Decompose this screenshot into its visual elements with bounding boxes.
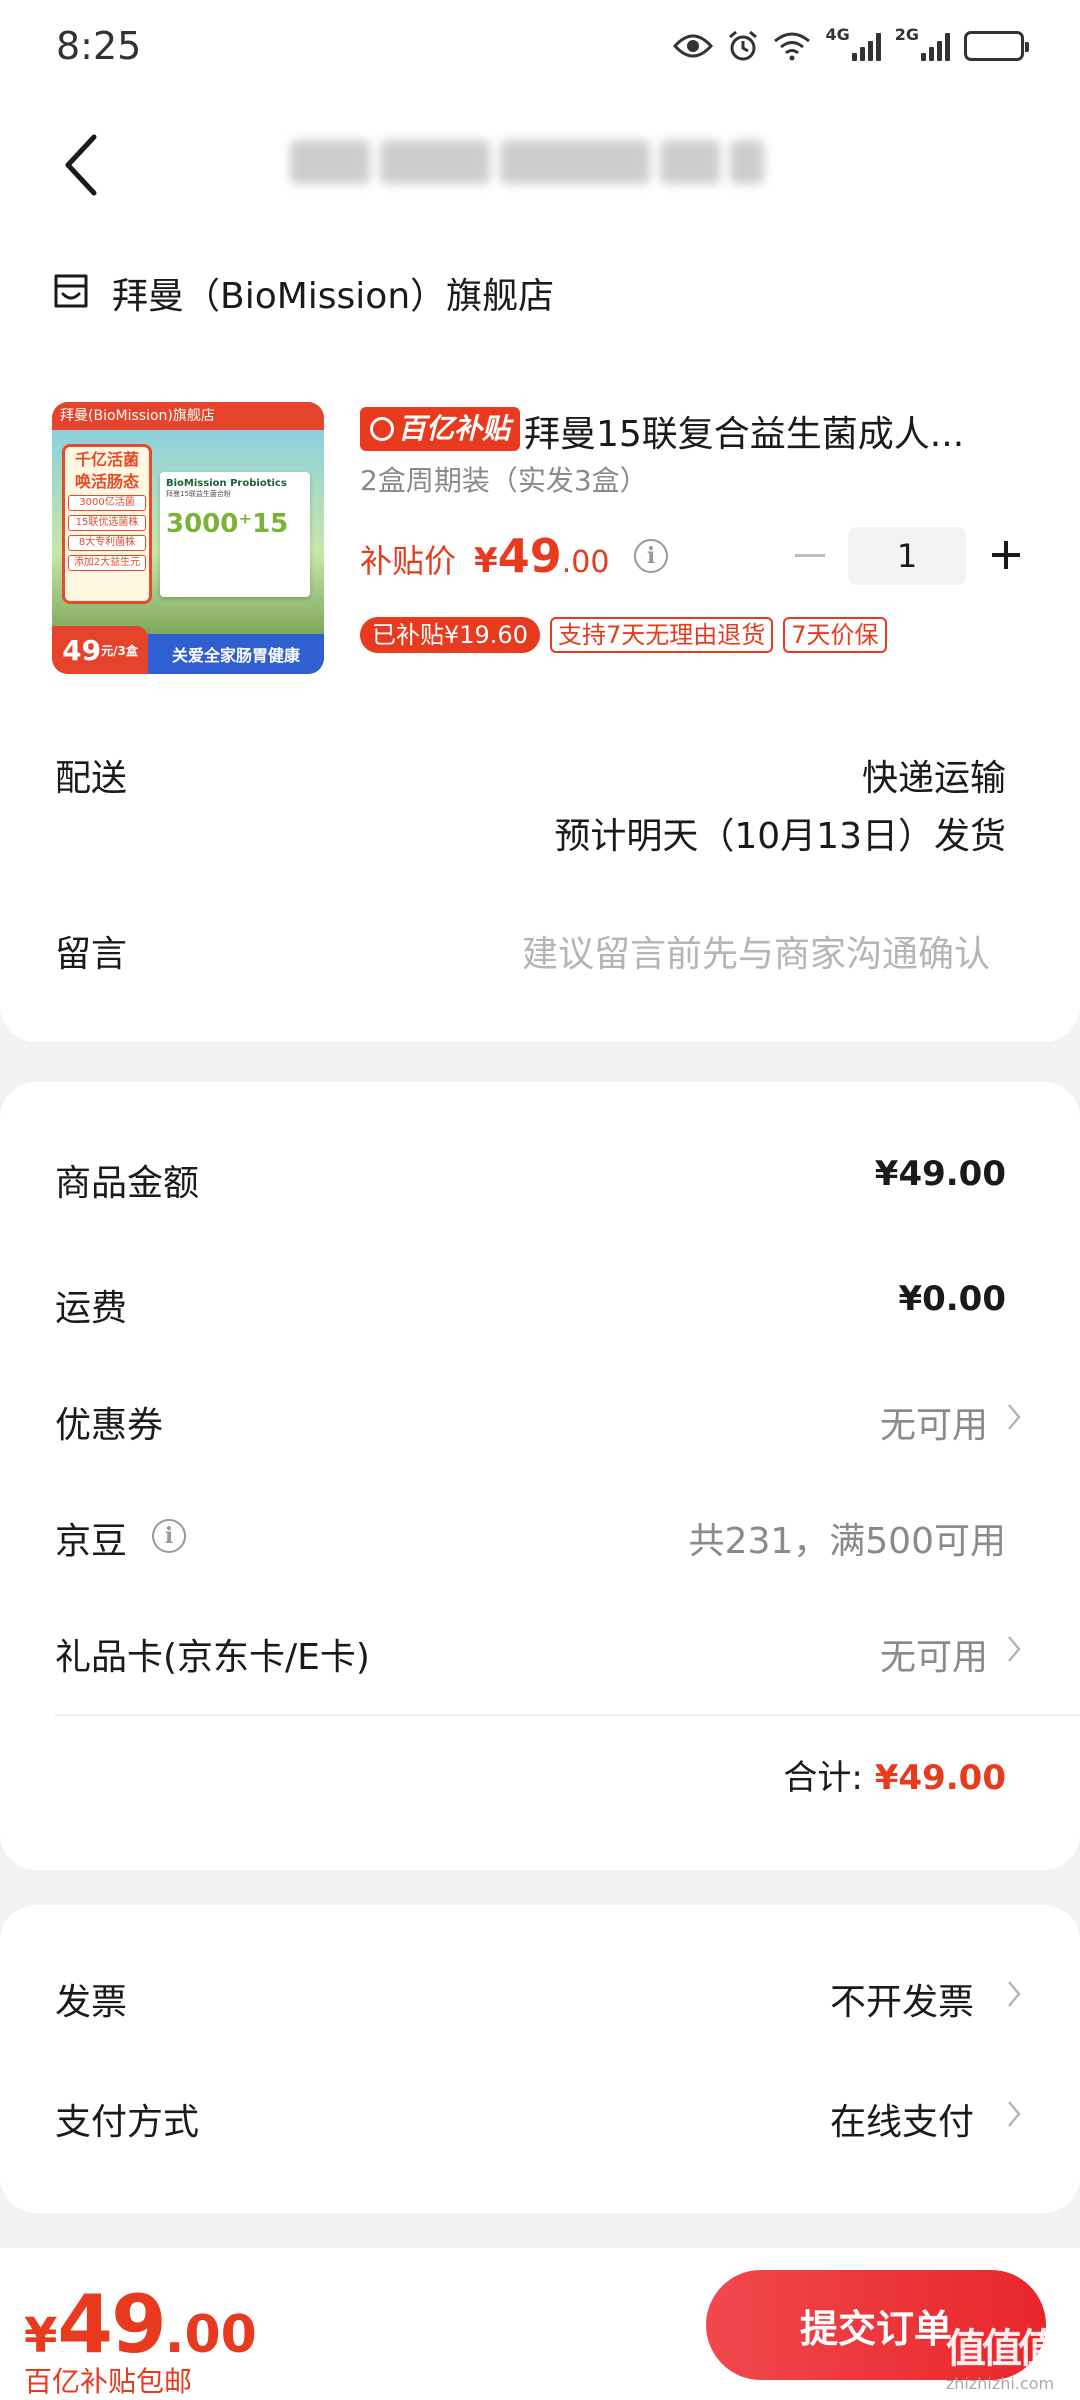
jd-beans-label: 京豆 <box>55 1521 128 1562</box>
product-spec: 2盒周期装（实发3盒） <box>360 464 648 497</box>
total-value: ¥49.00 <box>874 1758 1006 1798</box>
alarm-icon <box>727 30 759 62</box>
coupon-value: 无可用 <box>879 1405 988 1446</box>
status-icons: 4G 2G <box>673 25 1029 62</box>
signal-2-icon: 2G <box>895 25 950 61</box>
gift-card-value: 无可用 <box>879 1637 988 1678</box>
product-image-box-sub: 拜曼15联益生菌合粉 <box>166 490 231 498</box>
product-image-box-number: 3000⁺15 <box>166 509 289 539</box>
chevron-right-icon <box>1006 1402 1022 1432</box>
delivery-method[interactable]: 快递运输 <box>862 749 1006 801</box>
total-label: 合计: <box>783 1758 863 1798</box>
back-button[interactable] <box>20 105 140 225</box>
invoice-label: 发票 <box>55 1982 128 2023</box>
message-label: 留言 <box>55 934 128 975</box>
total-row: 合计: ¥49.00 <box>783 1750 1006 1799</box>
divider <box>55 1714 1080 1716</box>
watermark-url: zhizhizhi.com <box>945 2374 1055 2393</box>
subsidy-amount-tag: 已补贴¥19.60 <box>360 617 540 653</box>
goods-amount-value: ¥49.00 <box>874 1154 1006 1194</box>
watermark-logo: 值值值 <box>946 2326 1058 2372</box>
battery-icon <box>964 31 1029 61</box>
shop-name: 拜曼（BioMission）旗舰店 <box>112 276 555 317</box>
price-info-icon[interactable]: i <box>634 539 668 573</box>
quantity-decrease-button[interactable] <box>788 533 832 577</box>
shop-row[interactable]: 拜曼（BioMission）旗舰店 <box>52 267 554 319</box>
price-label: 补贴价 <box>360 542 457 580</box>
wifi-icon <box>773 31 811 61</box>
delivery-eta: 预计明天（10月13日）发货 <box>554 816 1006 857</box>
status-bar: 8:25 4G 2G <box>0 0 1080 92</box>
product-image-footer: 49 元/3盒 关爱全家肠胃健康 <box>52 626 324 674</box>
product-price: ¥49.00 <box>474 529 610 583</box>
product-image-price: 49 元/3盒 <box>52 626 148 674</box>
product-image-label: 添加2大益生元 <box>68 555 146 571</box>
jd-beans-value: 共231，满500可用 <box>688 1521 1006 1562</box>
page-title-blurred <box>290 132 780 192</box>
chevron-right-icon <box>1006 1634 1022 1664</box>
product-image-slogan: 关爱全家肠胃健康 <box>148 634 324 674</box>
subsidy-mark-icon <box>370 417 394 441</box>
product-image-label: 3000亿活菌 <box>68 495 146 511</box>
goods-amount-label: 商品金额 <box>55 1163 200 1204</box>
checkout-price: ¥ 49 .00 <box>24 2278 257 2371</box>
invoice-value: 不开发票 <box>829 1982 974 2023</box>
minus-icon <box>795 553 825 557</box>
payment-method-label: 支付方式 <box>55 2102 200 2143</box>
chevron-right-icon <box>1006 2099 1022 2129</box>
chevron-left-icon <box>65 134 97 195</box>
product-image[interactable]: 拜曼(BioMission)旗舰店 千亿活菌 唤活肠态 3000亿活菌 15联优… <box>52 402 324 674</box>
product-image-banner: 拜曼(BioMission)旗舰店 <box>52 402 324 430</box>
checkout-bar: ¥ 49 .00 百亿补贴包邮 提交订单 <box>0 2248 1080 2400</box>
subsidy-badge: 百亿补贴 <box>360 407 521 451</box>
product-image-headline-1: 千亿活菌 <box>74 450 139 469</box>
watermark: 值值值 zhizhizhi.com <box>930 2316 1070 2396</box>
store-icon <box>52 272 90 314</box>
product-image-label: 8大专利菌株 <box>68 535 146 551</box>
signal-1-icon: 4G <box>825 25 881 61</box>
nav-bar <box>0 92 1080 237</box>
price-protection-tag: 7天价保 <box>783 617 887 653</box>
invoice-payment-card: 发票 不开发票 支付方式 在线支付 <box>0 1905 1080 2213</box>
product-image-label: 15联优选菌株 <box>68 515 146 531</box>
product-image-headline-2: 唤活肠态 <box>74 472 139 491</box>
product-title[interactable]: 拜曼15联复合益生菌成人... <box>524 405 1004 457</box>
quantity-increase-button[interactable] <box>984 533 1028 577</box>
checkout-note: 百亿补贴包邮 <box>24 2365 193 2398</box>
eye-icon <box>673 32 714 60</box>
shipping-value: ¥0.00 <box>898 1279 1006 1319</box>
return-policy-tag: 支持7天无理由退货 <box>549 617 774 653</box>
chevron-right-icon <box>1006 1979 1022 2009</box>
plus-icon <box>992 541 1020 569</box>
order-item-card: 拜曼（BioMission）旗舰店 拜曼(BioMission)旗舰店 千亿活菌… <box>0 237 1080 1042</box>
shipping-label: 运费 <box>55 1288 128 1329</box>
price-summary-card: 商品金额 ¥49.00 运费 ¥0.00 优惠券 无可用 京豆 i 共231，满… <box>0 1082 1080 1870</box>
product-tags: 已补贴¥19.60 支持7天无理由退货 7天价保 <box>360 617 887 653</box>
product-price-row: 补贴价 ¥49.00 <box>360 529 609 583</box>
product-image-box: BioMission Probiotics 拜曼15联益生菌合粉 3000⁺15 <box>160 472 310 597</box>
gift-card-label: 礼品卡(京东卡/E卡) <box>55 1637 370 1678</box>
quantity-value[interactable]: 1 <box>848 527 966 585</box>
payment-method-value: 在线支付 <box>829 2102 974 2143</box>
coupon-label: 优惠券 <box>55 1405 164 1446</box>
delivery-label: 配送 <box>55 758 128 799</box>
status-time: 8:25 <box>56 24 142 68</box>
product-image-panel: 千亿活菌 唤活肠态 3000亿活菌 15联优选菌株 8大专利菌株 添加2大益生元 <box>62 444 152 604</box>
product-image-box-brand: BioMission Probiotics <box>166 478 287 489</box>
jd-beans-info-icon[interactable]: i <box>152 1519 186 1553</box>
message-input[interactable]: 建议留言前先与商家沟通确认 <box>522 925 990 977</box>
